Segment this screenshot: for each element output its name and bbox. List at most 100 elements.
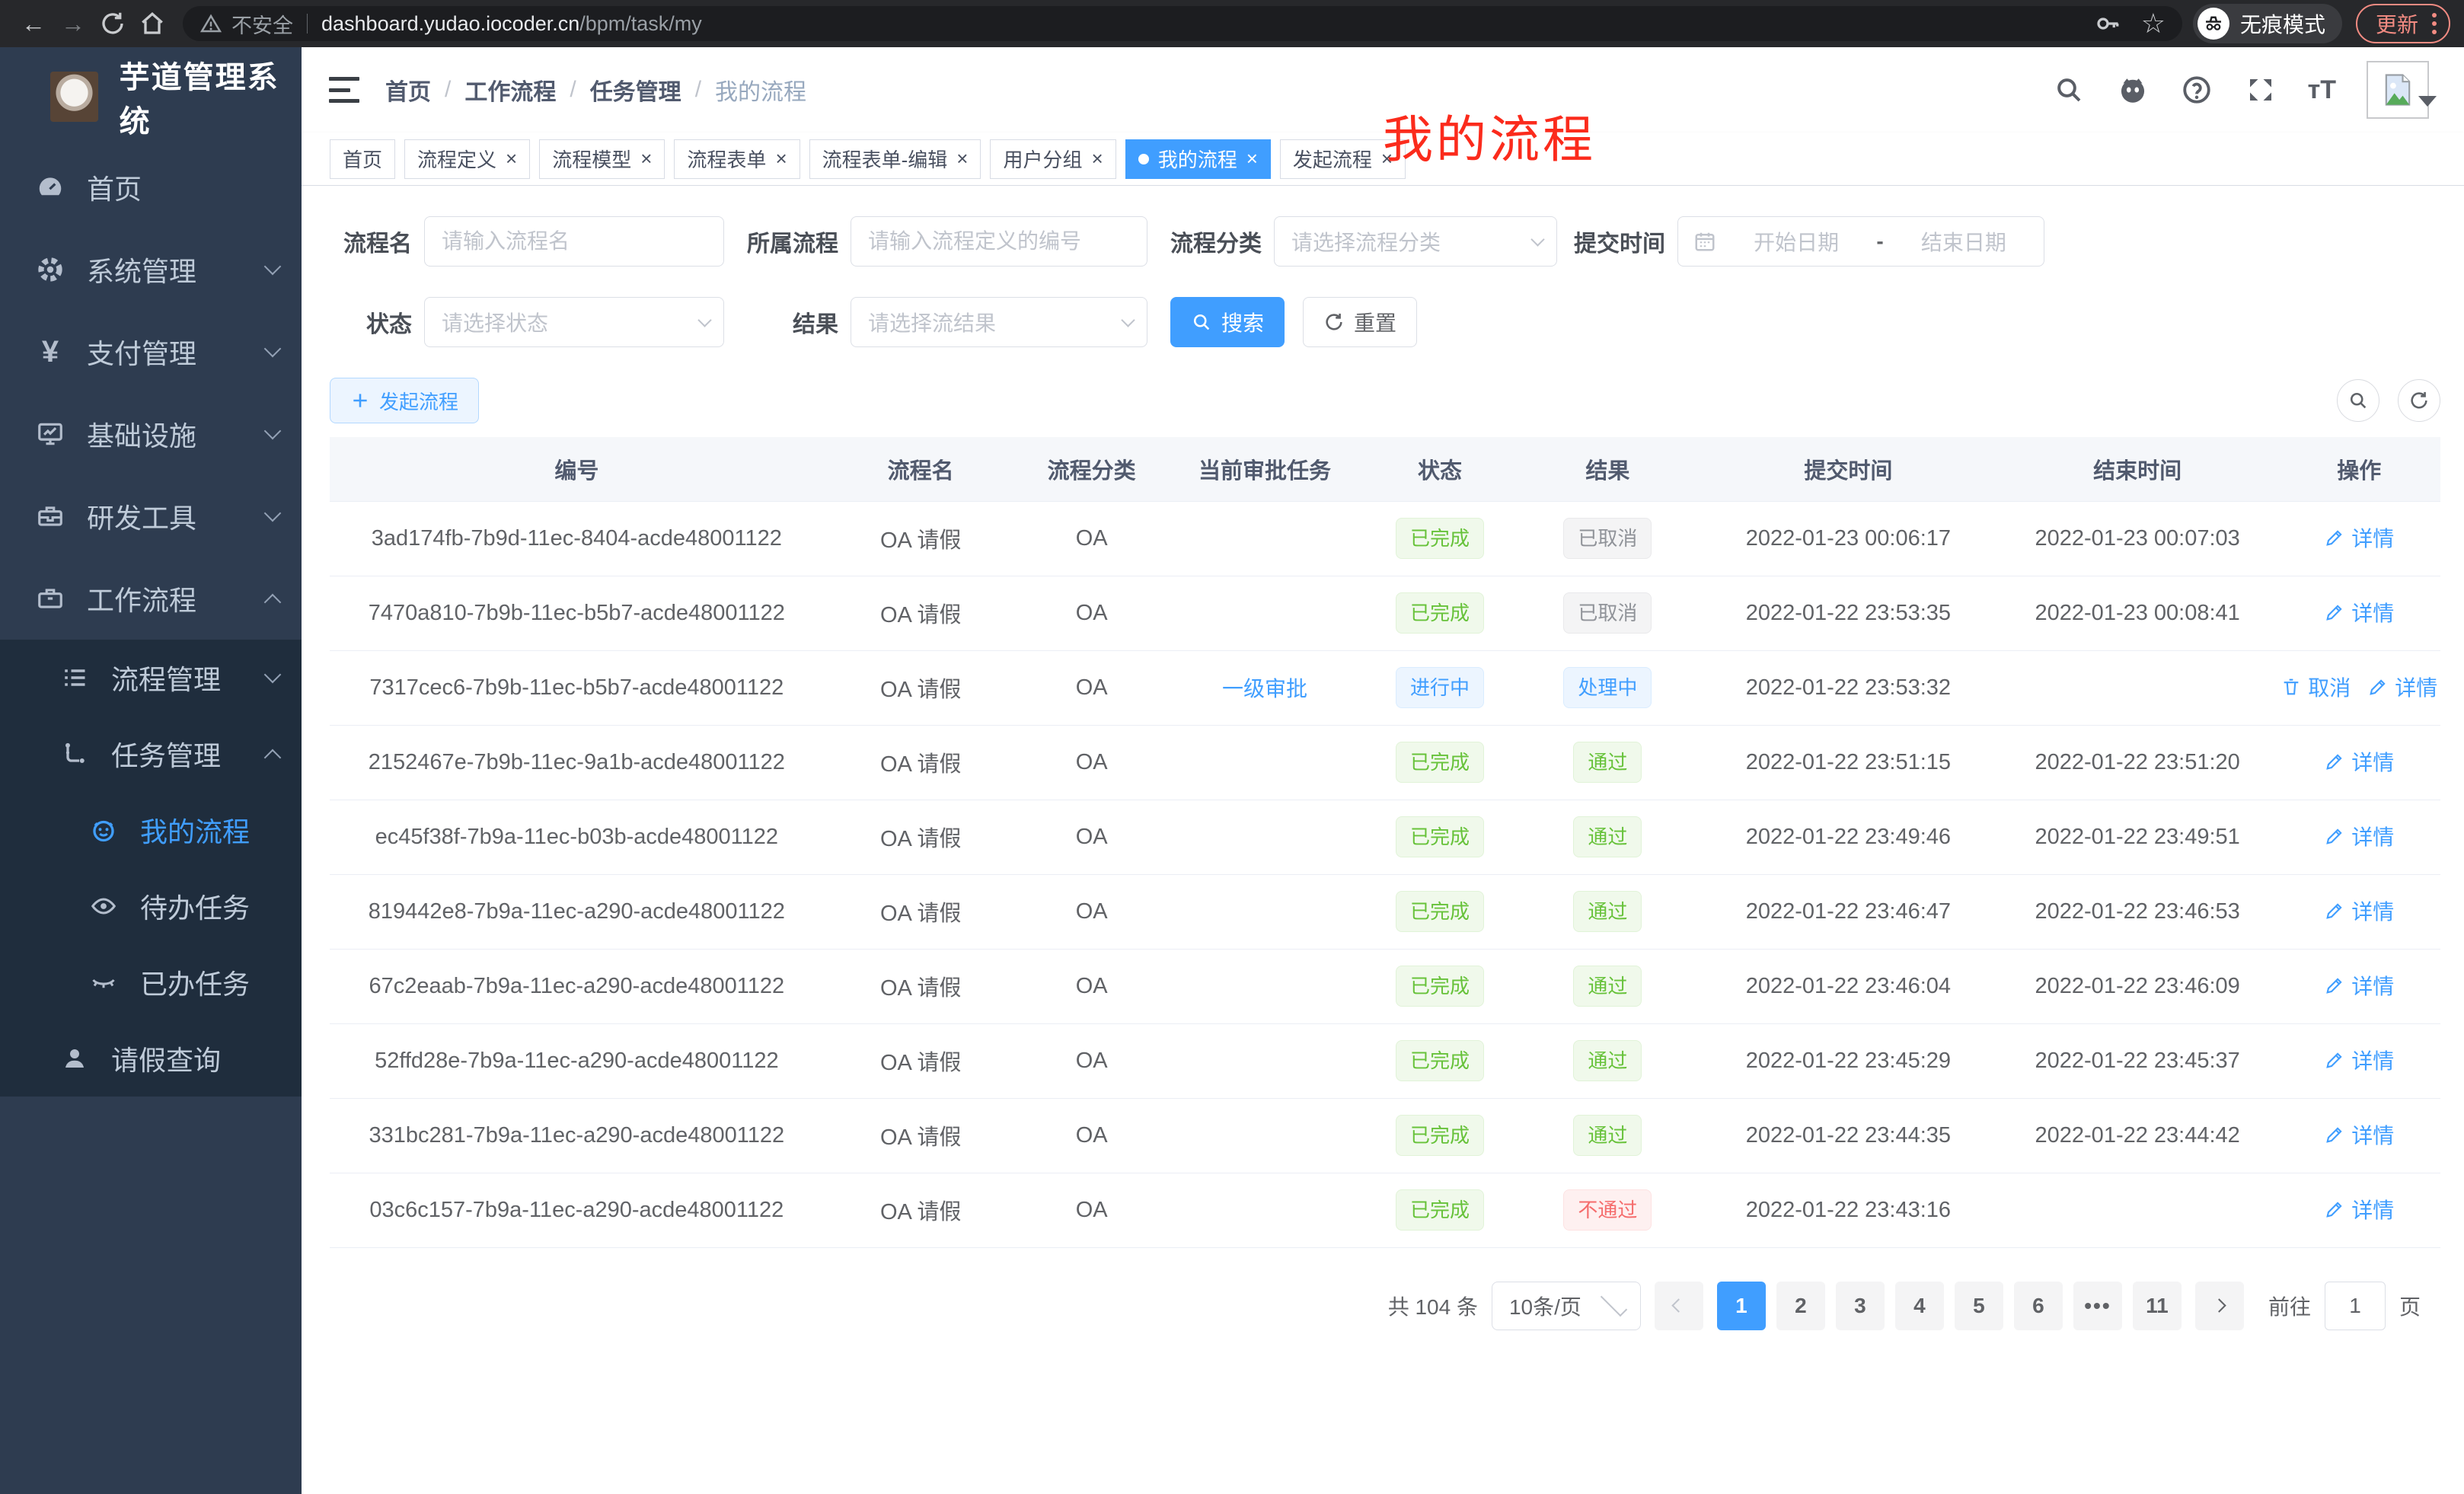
detail-action-link[interactable]: 详情 <box>2324 1194 2394 1224</box>
cancel-action-link[interactable]: 取消 <box>2280 672 2351 702</box>
sidebar-item-home[interactable]: 首页 <box>0 146 302 228</box>
next-page-button[interactable] <box>2195 1282 2244 1330</box>
category-select[interactable]: 请选择流程分类 <box>1274 216 1557 267</box>
cell-actions: 详情 <box>2278 874 2441 949</box>
cell-submit-time: 2022-01-22 23:53:35 <box>1700 576 1997 650</box>
reset-button[interactable]: 重置 <box>1303 297 1417 347</box>
incognito-badge: 无痕模式 <box>2193 4 2342 43</box>
sidebar-item-infrastructure[interactable]: 基础设施 <box>0 393 302 475</box>
sidebar-item-devtools[interactable]: 研发工具 <box>0 475 302 557</box>
cell-process-id: 819442e8-7b9a-11ec-a290-acde48001122 <box>330 874 824 949</box>
avatar[interactable] <box>2367 61 2429 119</box>
breadcrumb-item[interactable]: 首页 <box>385 73 431 107</box>
page-button[interactable]: 3 <box>1836 1282 1885 1330</box>
detail-action-link[interactable]: 详情 <box>2324 1119 2394 1150</box>
active-dot-icon <box>1138 154 1149 164</box>
font-size-icon[interactable]: ᴛT <box>2308 75 2336 105</box>
owner-process-input[interactable] <box>851 216 1147 267</box>
detail-action-link[interactable]: 详情 <box>2324 597 2394 627</box>
tab-process-form[interactable]: 流程表单 <box>674 139 800 179</box>
detail-action-link[interactable]: 详情 <box>2324 895 2394 926</box>
process-name-input[interactable] <box>424 216 724 267</box>
toggle-search-button[interactable] <box>2337 379 2379 422</box>
detail-action-link[interactable]: 详情 <box>2324 970 2394 1001</box>
sidebar-item-todo-tasks[interactable]: 待办任务 <box>0 868 302 944</box>
fullscreen-icon[interactable] <box>2244 73 2277 107</box>
trash-icon <box>2280 676 2302 698</box>
sidebar-item-payment[interactable]: ¥ 支付管理 <box>0 311 302 393</box>
sidebar-collapse-icon[interactable] <box>329 77 359 103</box>
browser-back-button[interactable]: ← <box>14 4 53 43</box>
sidebar-item-process-management[interactable]: 流程管理 <box>0 640 302 716</box>
tab-process-form-edit[interactable]: 流程表单-编辑 <box>809 139 981 179</box>
sidebar-item-system[interactable]: 系统管理 <box>0 228 302 311</box>
sidebar-item-done-tasks[interactable]: 已办任务 <box>0 944 302 1020</box>
help-icon[interactable] <box>2180 73 2213 107</box>
current-task-link[interactable]: 一级审批 <box>1222 672 1307 703</box>
key-icon[interactable] <box>2094 10 2121 37</box>
close-icon[interactable] <box>506 147 517 171</box>
sidebar-item-workflow[interactable]: 工作流程 <box>0 557 302 640</box>
tab-process-model[interactable]: 流程模型 <box>539 139 665 179</box>
page-size-select[interactable]: 10条/页 <box>1492 1282 1641 1330</box>
close-icon[interactable] <box>1246 147 1258 171</box>
submit-time-range-picker[interactable]: 开始日期 - 结束日期 <box>1677 216 2044 267</box>
detail-action-link[interactable]: 详情 <box>2324 746 2394 777</box>
browser-home-button[interactable] <box>132 4 172 43</box>
caret-down-icon[interactable] <box>2418 96 2437 107</box>
bookmark-star-icon[interactable]: ☆ <box>2141 8 2166 40</box>
cell-process-name: OA 请假 <box>824 725 1018 800</box>
close-icon[interactable] <box>1092 147 1103 171</box>
result-badge: 通过 <box>1573 1115 1642 1156</box>
prev-page-button[interactable] <box>1655 1282 1703 1330</box>
result-select[interactable]: 请选择流结果 <box>851 297 1147 347</box>
tab-user-group[interactable]: 用户分组 <box>990 139 1116 179</box>
tab-home[interactable]: 首页 <box>330 139 395 179</box>
close-icon[interactable] <box>775 147 787 171</box>
tab-my-process[interactable]: 我的流程 <box>1125 139 1271 179</box>
cell-actions: 详情 <box>2278 725 2441 800</box>
cell-result: 通过 <box>1516 1098 1700 1173</box>
create-process-button[interactable]: 发起流程 <box>330 378 479 423</box>
more-pages-button[interactable]: ••• <box>2073 1282 2122 1330</box>
sidebar-item-task-management[interactable]: 任务管理 <box>0 716 302 792</box>
header-search-icon[interactable] <box>2052 73 2086 107</box>
cell-result: 通过 <box>1516 1023 1700 1098</box>
page-button[interactable]: 11 <box>2133 1282 2182 1330</box>
goto-page-input[interactable] <box>2325 1282 2386 1330</box>
close-icon[interactable] <box>640 147 652 171</box>
sidebar-item-my-process[interactable]: 我的流程 <box>0 792 302 868</box>
page-button[interactable]: 1 <box>1717 1282 1766 1330</box>
detail-action-link[interactable]: 详情 <box>2367 672 2437 702</box>
detail-action-link[interactable]: 详情 <box>2324 1045 2394 1075</box>
tab-label: 流程模型 <box>552 145 631 173</box>
breadcrumb-item[interactable]: 任务管理 <box>590 73 681 107</box>
breadcrumb-item[interactable]: 工作流程 <box>464 73 556 107</box>
page-button[interactable]: 6 <box>2014 1282 2063 1330</box>
page-button[interactable]: 5 <box>1955 1282 2003 1330</box>
status-select[interactable]: 请选择状态 <box>424 297 724 347</box>
browser-forward-button[interactable]: → <box>53 4 93 43</box>
browser-menu-icon[interactable] <box>2432 13 2437 34</box>
browser-update-button[interactable]: 更新 <box>2356 4 2450 43</box>
detail-action-link[interactable]: 详情 <box>2324 522 2394 553</box>
date-separator: - <box>1876 229 1883 254</box>
reset-button-label: 重置 <box>1354 307 1396 337</box>
page-button[interactable]: 2 <box>1776 1282 1825 1330</box>
close-icon[interactable] <box>956 147 968 171</box>
sidebar-item-leave-query[interactable]: 请假查询 <box>0 1020 302 1097</box>
search-button[interactable]: 搜索 <box>1170 297 1285 347</box>
browser-reload-button[interactable] <box>93 4 132 43</box>
create-process-label: 发起流程 <box>379 387 458 415</box>
refresh-table-button[interactable] <box>2398 379 2440 422</box>
address-bar[interactable]: 不安全 dashboard.yudao.iocoder.cn/bpm/task/… <box>183 6 2182 41</box>
edit-icon <box>2324 602 2345 623</box>
github-icon[interactable] <box>2116 73 2150 107</box>
detail-action-link[interactable]: 详情 <box>2324 821 2394 851</box>
tab-process-definition[interactable]: 流程定义 <box>404 139 530 179</box>
page-button[interactable]: 4 <box>1895 1282 1944 1330</box>
cell-process-id: 2152467e-7b9b-11ec-9a1b-acde48001122 <box>330 725 824 800</box>
table-row: 7317cec6-7b9b-11ec-b5b7-acde48001122OA 请… <box>330 650 2440 725</box>
result-badge: 通过 <box>1573 1040 1642 1081</box>
breadcrumb-current: 我的流程 <box>715 73 806 107</box>
